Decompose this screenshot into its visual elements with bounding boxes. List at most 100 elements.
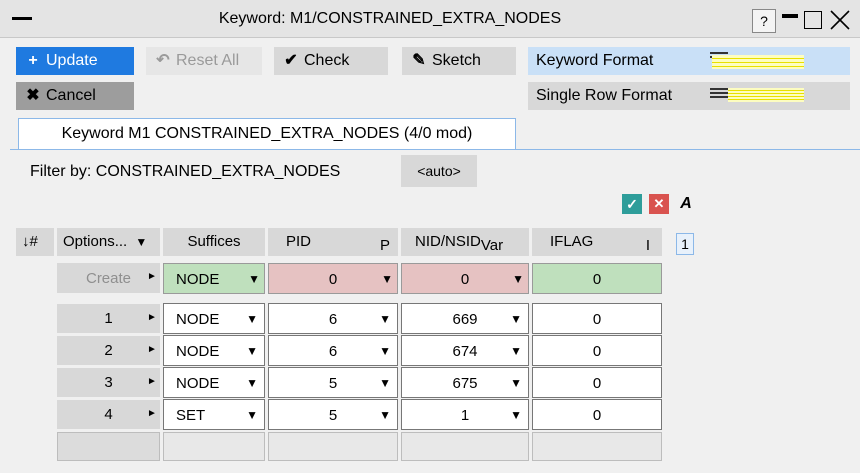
row-nid-field[interactable]: 669 ▼ [401,303,529,334]
undo-icon: ↶ [156,52,170,69]
create-row-button[interactable]: Create [57,263,160,293]
options-dropdown-icon: ▼ [135,235,148,249]
chevron-down-icon: ▼ [246,312,258,326]
create-nid-field[interactable]: 0 ▼ [401,263,529,294]
row-nid-field[interactable]: 674 ▼ [401,335,529,366]
row-suffix-select-value: SET [176,407,206,424]
row-suffix-select[interactable]: SET ▼ [163,399,265,430]
expand-arrow-icon[interactable]: ► [147,312,157,323]
header-iflag[interactable]: IFLAG I [532,228,662,256]
header-suffices[interactable]: Suffices [163,228,265,256]
row-pid-field-value: 6 [328,343,338,360]
header-options[interactable]: Options... ▼ [57,228,160,256]
empty-row-cell [268,432,398,461]
sketch-button[interactable]: ✎ Sketch [402,47,516,75]
row-index-button[interactable]: 3 [57,368,160,397]
accept-check-icon[interactable]: ✓ [622,194,642,214]
check-button[interactable]: ✔ Check [274,47,388,75]
chevron-down-icon: ▼ [510,376,522,390]
header-nid-nsid[interactable]: NID/NSIDVar [401,228,529,256]
row-suffix-select[interactable]: NODE ▼ [163,303,265,334]
cancel-button[interactable]: ✖ Cancel [16,82,134,110]
page-number[interactable]: 1 [676,233,694,255]
row-nid-field-value: 1 [460,407,470,424]
chevron-down-icon: ▼ [510,408,522,422]
update-button[interactable]: + Update [16,47,134,75]
iflag-type-tag: I [645,237,650,254]
create-pid-field[interactable]: 0 ▼ [268,263,398,294]
row-pid-field[interactable]: 6 ▼ [268,335,398,366]
single-row-format-icon [710,88,728,98]
checkmark-icon: ✔ [284,52,298,69]
row-iflag-field-value: 0 [592,311,602,328]
chevron-down-icon: ▼ [510,312,522,326]
row-pid-field-value: 5 [328,407,338,424]
filter-label: Filter by: CONSTRAINED_EXTRA_NODES [30,163,341,180]
keyword-format-preview [712,55,804,69]
row-pid-field[interactable]: 6 ▼ [268,303,398,334]
expand-arrow-icon[interactable]: ► [147,376,157,387]
pid-type-tag: P [379,237,390,254]
empty-row-index [57,432,160,461]
reject-x-icon[interactable]: ✕ [649,194,669,214]
tab-divider [10,149,860,150]
expand-arrow-icon[interactable]: ► [147,344,157,355]
x-mark-icon: ✖ [26,87,40,104]
chevron-down-icon: ▼ [379,376,391,390]
expand-arrow-icon[interactable]: ► [147,271,157,282]
plus-icon: + [28,52,38,69]
row-iflag-field[interactable]: 0 [532,367,662,398]
row-iflag-field[interactable]: 0 [532,303,662,334]
row-nid-field-value: 675 [452,375,478,392]
window-title: Keyword: M1/CONSTRAINED_EXTRA_NODES [218,10,562,27]
header-pid[interactable]: PID P [268,228,398,256]
row-nid-field-value: 669 [452,311,478,328]
row-index-button[interactable]: 4 [57,400,160,429]
row-iflag-field-value: 0 [592,375,602,392]
row-pid-field-value: 6 [328,311,338,328]
nid-type-tag: Var [480,237,504,254]
empty-row-cell [163,432,265,461]
chevron-down-icon: ▼ [379,344,391,358]
row-index-button[interactable]: 1 [57,304,160,333]
pencil-icon: ✎ [412,52,426,69]
row-pid-field[interactable]: 5 ▼ [268,367,398,398]
maximize-icon[interactable] [804,11,822,29]
row-suffix-select-value: NODE [176,343,220,360]
empty-row-cell [401,432,529,461]
row-suffix-select[interactable]: NODE ▼ [163,367,265,398]
row-iflag-field[interactable]: 0 [532,399,662,430]
empty-row-cell [532,432,662,461]
create-iflag-field[interactable]: 0 [532,263,662,294]
row-pid-field[interactable]: 5 ▼ [268,399,398,430]
expand-arrow-icon[interactable]: ► [147,408,157,419]
chevron-down-icon: ▼ [381,272,393,286]
row-nid-field[interactable]: 1 ▼ [401,399,529,430]
italic-a-icon[interactable]: A [676,194,696,214]
chevron-down-icon: ▼ [512,272,524,286]
chevron-down-icon: ▼ [246,376,258,390]
chevron-down-icon: ▼ [510,344,522,358]
reset-all-button[interactable]: ↶ Reset All [146,47,262,75]
chevron-down-icon: ▼ [246,344,258,358]
tab-keyword[interactable]: Keyword M1 CONSTRAINED_EXTRA_NODES (4/0 … [18,118,516,150]
header-index[interactable]: ↓# [16,228,54,256]
create-suffix-select[interactable]: NODE ▼ [163,263,265,294]
row-suffix-select-value: NODE [176,375,220,392]
row-nid-field[interactable]: 675 ▼ [401,367,529,398]
row-iflag-field-value: 0 [592,343,602,360]
row-pid-field-value: 5 [328,375,338,392]
row-iflag-field-value: 0 [592,407,602,424]
minimize-icon[interactable] [782,14,798,18]
close-icon[interactable] [828,8,852,32]
filter-auto-button[interactable]: <auto> [401,155,477,187]
row-nid-field-value: 674 [452,343,478,360]
chevron-down-icon: ▼ [379,312,391,326]
row-index-button[interactable]: 2 [57,336,160,365]
row-iflag-field[interactable]: 0 [532,335,662,366]
row-suffix-select-value: NODE [176,311,220,328]
chevron-down-icon: ▼ [379,408,391,422]
help-button[interactable]: ? [752,9,776,33]
row-suffix-select[interactable]: NODE ▼ [163,335,265,366]
chevron-down-icon: ▼ [248,272,260,286]
